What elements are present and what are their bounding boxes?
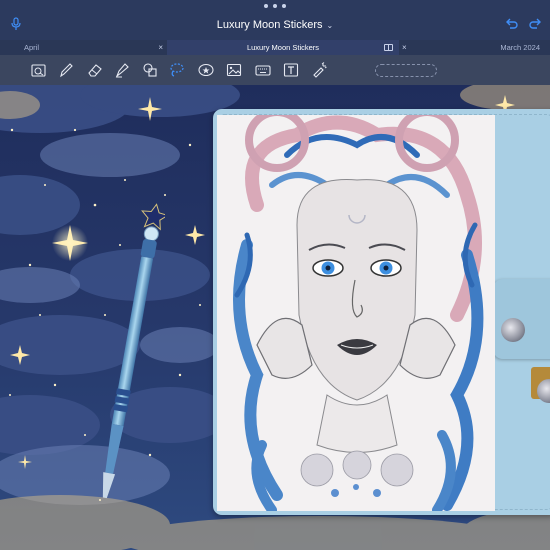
tab-label: Luxury Moon Stickers <box>246 43 320 52</box>
tab-label: March 2024 <box>500 43 540 52</box>
text-icon[interactable] <box>283 62 299 78</box>
eraser-icon[interactable] <box>87 62 103 78</box>
star-pen-sticker[interactable] <box>95 200 165 510</box>
planner-strap <box>493 279 550 359</box>
redo-icon[interactable] <box>528 17 542 31</box>
tab-march-2024[interactable]: × March 2024 <box>399 40 550 55</box>
document-title[interactable]: Luxury Moon Stickers ⌄ <box>0 19 550 31</box>
keyboard-icon[interactable] <box>255 62 271 78</box>
tab-luxury-moon-stickers[interactable]: Luxury Moon Stickers <box>167 40 399 55</box>
portrait-artwork <box>217 115 495 511</box>
multitasking-dots-icon[interactable] <box>264 4 286 10</box>
split-view-icon[interactable] <box>384 44 393 51</box>
image-icon[interactable] <box>226 62 242 78</box>
tab-strip: April × Luxury Moon Stickers × March 202… <box>0 40 550 55</box>
girl-portrait-illustration <box>217 115 495 511</box>
pen-icon[interactable] <box>58 62 74 78</box>
highlighter-icon[interactable] <box>114 62 130 78</box>
zoom-window-icon[interactable] <box>31 62 47 78</box>
lasso-icon[interactable] <box>168 62 184 78</box>
sticker-icon[interactable] <box>198 62 214 78</box>
tab-label: April <box>24 43 40 52</box>
shapes-icon[interactable] <box>142 62 158 78</box>
tool-bar <box>0 55 550 85</box>
note-canvas[interactable] <box>0 85 550 550</box>
title-bar: Luxury Moon Stickers ⌄ <box>0 0 550 40</box>
laser-pointer-icon[interactable] <box>311 62 327 78</box>
close-tab-icon[interactable]: × <box>402 40 407 55</box>
document-title-text: Luxury Moon Stickers <box>216 19 323 31</box>
close-tab-icon[interactable]: × <box>158 40 163 55</box>
tab-april[interactable]: April × <box>0 40 167 55</box>
lasso-selection-pill[interactable] <box>375 64 437 77</box>
undo-icon[interactable] <box>505 17 519 31</box>
chevron-down-icon: ⌄ <box>326 21 334 30</box>
moon-snap-button-icon <box>501 318 525 342</box>
